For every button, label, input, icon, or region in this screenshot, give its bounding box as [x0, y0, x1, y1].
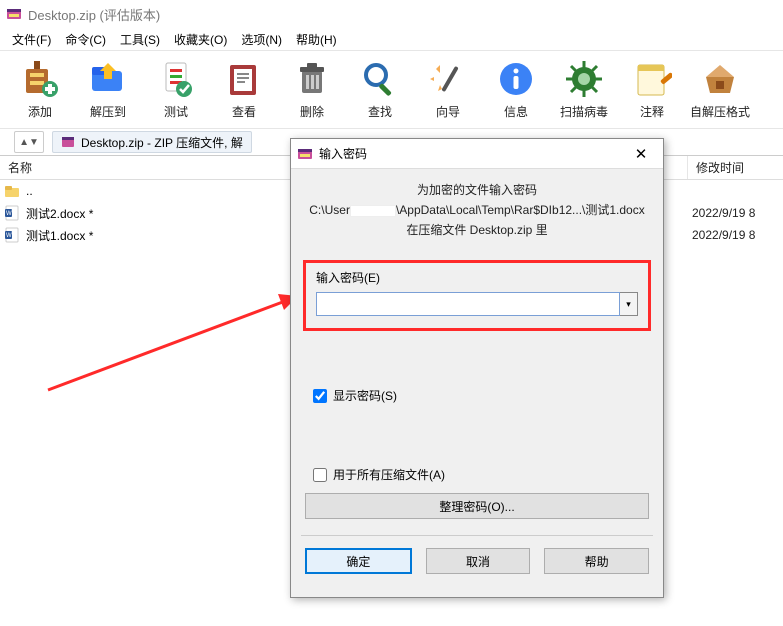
comment-button[interactable]: 注释: [618, 53, 686, 127]
wizard-label: 向导: [436, 103, 460, 120]
add-button[interactable]: 添加: [6, 53, 74, 127]
close-button[interactable]: ✕: [621, 140, 661, 168]
menu-help[interactable]: 帮助(H): [290, 29, 343, 50]
find-button[interactable]: 查找: [346, 53, 414, 127]
archive-tab[interactable]: Desktop.zip - ZIP 压缩文件, 解: [52, 131, 252, 153]
dialog-msg3: 在压缩文件 Desktop.zip 里: [309, 221, 645, 238]
col-date[interactable]: 修改时间: [688, 159, 783, 176]
winrar-icon: [6, 6, 22, 22]
path-prefix: C:\User: [309, 203, 350, 217]
comment-icon: [632, 59, 672, 99]
archive-icon: [61, 135, 75, 149]
sfx-icon: [700, 59, 740, 99]
titlebar: Desktop.zip (评估版本): [0, 0, 783, 28]
sfx-button[interactable]: 自解压格式: [686, 53, 754, 127]
menubar: 文件(F) 命令(C) 工具(S) 收藏夹(O) 选项(N) 帮助(H): [0, 28, 783, 50]
show-password-label: 显示密码(S): [333, 387, 397, 404]
cancel-button[interactable]: 取消: [426, 548, 531, 574]
all-archives-check[interactable]: [313, 468, 327, 482]
window-title: Desktop.zip (评估版本): [28, 5, 160, 24]
path-obscured: [350, 205, 396, 217]
find-label: 查找: [368, 103, 392, 120]
file-date: 2022/9/19 8: [684, 228, 755, 242]
extract-icon: [88, 59, 128, 99]
dialog-buttons: 确定 取消 帮助: [291, 536, 663, 586]
delete-icon: [292, 59, 332, 99]
toolbar: 添加 解压到 测试 查看 删除 查找 向导 信息 扫描病毒 注释 自解压格式: [0, 50, 783, 128]
password-dialog: 输入密码 ✕ 为加密的文件输入密码 C:\User \AppData\Local\…: [290, 138, 664, 598]
info-label: 信息: [504, 103, 528, 120]
dialog-msg1: 为加密的文件输入密码: [309, 181, 645, 198]
path-suffix: \AppData\Local\Temp\Rar$DIb12...\测试1.doc…: [396, 203, 645, 217]
test-icon: [156, 59, 196, 99]
dialog-titlebar: 输入密码 ✕: [291, 139, 663, 169]
add-icon: [20, 59, 60, 99]
extract-label: 解压到: [90, 103, 126, 120]
menu-options[interactable]: 选项(N): [235, 29, 288, 50]
svg-text:W: W: [6, 233, 12, 239]
virusscan-icon: [564, 59, 604, 99]
dialog-body: 为加密的文件输入密码 C:\User \AppData\Local\Temp\Ra…: [291, 169, 663, 238]
svg-text:W: W: [6, 211, 12, 217]
view-label: 查看: [232, 103, 256, 120]
menu-file[interactable]: 文件(F): [6, 29, 57, 50]
password-label: 输入密码(E): [316, 269, 638, 286]
password-input[interactable]: [316, 292, 620, 316]
menu-favorites[interactable]: 收藏夹(O): [168, 29, 233, 50]
file-date: 2022/9/19 8: [684, 206, 755, 220]
menu-command[interactable]: 命令(C): [59, 29, 112, 50]
wizard-button[interactable]: 向导: [414, 53, 482, 127]
all-archives-checkbox[interactable]: 用于所有压缩文件(A): [313, 466, 641, 483]
virusscan-label: 扫描病毒: [560, 103, 608, 120]
winrar-icon: [297, 146, 313, 162]
show-password-check[interactable]: [313, 389, 327, 403]
menu-tools[interactable]: 工具(S): [114, 29, 166, 50]
organize-passwords-button[interactable]: 整理密码(O)...: [305, 493, 649, 519]
docx-icon: W: [4, 227, 20, 243]
help-button[interactable]: 帮助: [544, 548, 649, 574]
wizard-icon: [428, 59, 468, 99]
test-button[interactable]: 测试: [142, 53, 210, 127]
view-button[interactable]: 查看: [210, 53, 278, 127]
dialog-path: C:\User \AppData\Local\Temp\Rar$DIb12...\…: [309, 201, 645, 218]
delete-label: 删除: [300, 103, 324, 120]
annotation-arrow: [38, 280, 308, 400]
password-box: 输入密码(E) ▾: [303, 260, 651, 331]
info-icon: [496, 59, 536, 99]
view-icon: [224, 59, 264, 99]
extract-button[interactable]: 解压到: [74, 53, 142, 127]
archive-tab-label: Desktop.zip - ZIP 压缩文件, 解: [81, 134, 243, 151]
test-label: 测试: [164, 103, 188, 120]
add-label: 添加: [28, 103, 52, 120]
find-icon: [360, 59, 400, 99]
updown-button[interactable]: ▲▼: [14, 131, 44, 153]
show-password-checkbox[interactable]: 显示密码(S): [313, 387, 641, 404]
ok-button[interactable]: 确定: [305, 548, 412, 574]
info-button[interactable]: 信息: [482, 53, 550, 127]
dialog-title: 输入密码: [319, 145, 621, 162]
delete-button[interactable]: 删除: [278, 53, 346, 127]
docx-icon: W: [4, 205, 20, 221]
comment-label: 注释: [640, 103, 664, 120]
sfx-label: 自解压格式: [690, 103, 750, 120]
all-archives-label: 用于所有压缩文件(A): [333, 466, 445, 483]
virusscan-button[interactable]: 扫描病毒: [550, 53, 618, 127]
folder-up-icon: [4, 183, 20, 199]
password-dropdown[interactable]: ▾: [620, 292, 638, 316]
